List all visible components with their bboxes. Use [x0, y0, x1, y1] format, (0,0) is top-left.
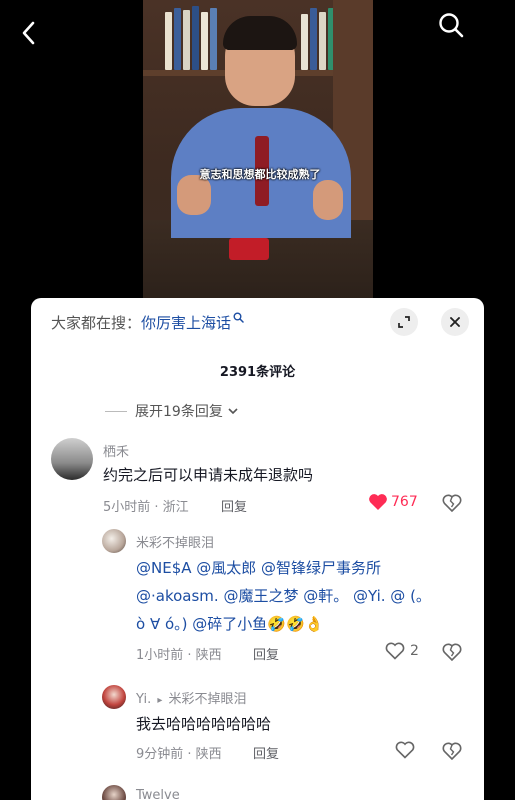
avatar[interactable]: [102, 685, 126, 709]
scrolled-content-edge: [181, 382, 471, 385]
search-icon: [233, 312, 244, 323]
reply-button[interactable]: 回复: [221, 496, 247, 515]
reply-text: 我去哈哈哈哈哈哈哈: [136, 715, 272, 733]
suggestion-prefix: 大家都在搜：: [51, 314, 142, 332]
emoji-group: 🤣🤣👌: [267, 615, 324, 633]
reply-text-line-3: ò ∀ ó。) @碎了小鱼🤣🤣👌: [136, 610, 323, 638]
reply-meta: 1小时前 · 陕西: [136, 648, 222, 663]
reply-meta: 9分钟前 · 陕西: [136, 747, 222, 762]
fullscreen-button[interactable]: [390, 308, 418, 336]
dislike-button[interactable]: [441, 740, 463, 762]
close-button[interactable]: [441, 308, 469, 336]
search-suggestion[interactable]: 大家都在搜：你厉害上海话: [51, 312, 244, 333]
like-button[interactable]: [395, 741, 415, 759]
heart-outline-icon: [385, 642, 405, 660]
dislike-button[interactable]: [441, 492, 463, 514]
broken-heart-icon: [442, 643, 462, 662]
video-frame: [143, 0, 373, 300]
expand-replies-label: 展开19条回复: [135, 404, 223, 420]
comments-panel: 大家都在搜：你厉害上海话 2391条评论 展开19条回复 栖禾 约完之后可以申请…: [31, 298, 484, 800]
comment-meta: 5小时前 · 浙江: [103, 500, 189, 515]
phone-on-desk: [229, 238, 269, 260]
broken-heart-icon: [442, 494, 462, 513]
like-count: 2: [410, 643, 419, 659]
reply-header: Yi. ▸ 米彩不掉眼泪: [136, 688, 247, 707]
dislike-button[interactable]: [441, 641, 463, 663]
expand-replies-button[interactable]: 展开19条回复: [105, 401, 240, 421]
person-hair: [223, 16, 297, 50]
reply-username[interactable]: Twelve: [136, 788, 180, 800]
avatar[interactable]: [102, 529, 126, 553]
reply-button[interactable]: 回复: [253, 644, 279, 663]
avatar[interactable]: [102, 785, 126, 800]
heart-outline-icon: [395, 741, 415, 759]
chevron-left-icon: [22, 21, 35, 45]
reply-text-line-2[interactable]: @·akoasm. @魔王之梦 @軒。 @Yi. @ (。: [136, 582, 431, 610]
suggestion-keyword[interactable]: 你厉害上海话: [141, 314, 231, 332]
hand-right: [313, 180, 343, 220]
search-icon: [439, 13, 464, 38]
like-button[interactable]: 2: [385, 642, 419, 660]
reply-text-line-1[interactable]: @NE$A @風太郎 @智锋绿尸事务所: [136, 554, 381, 582]
close-icon: [450, 317, 460, 327]
heart-filled-icon: [369, 494, 387, 510]
reply-arrow-icon: ▸: [157, 695, 163, 706]
chevron-down-icon: [228, 408, 238, 415]
comment-count: 2391条评论: [219, 365, 296, 380]
reply-to-username[interactable]: 米彩不掉眼泪: [169, 692, 247, 707]
divider: [105, 410, 127, 412]
broken-heart-icon: [442, 742, 462, 761]
avatar[interactable]: [51, 438, 93, 480]
video-player[interactable]: 意志和思想都比较成熟了: [0, 0, 515, 300]
mentions[interactable]: ò ∀ ó。) @碎了小鱼: [136, 615, 267, 633]
back-button[interactable]: [14, 18, 44, 48]
reply-username[interactable]: Yi.: [136, 692, 151, 707]
expand-icon: [398, 316, 410, 328]
reply-username[interactable]: 米彩不掉眼泪: [136, 532, 214, 551]
reply-button[interactable]: 回复: [253, 743, 279, 762]
video-subtitle: 意志和思想都比较成熟了: [199, 168, 321, 181]
like-count: 767: [391, 494, 418, 510]
search-button[interactable]: [436, 10, 466, 40]
like-button[interactable]: 767: [368, 493, 418, 511]
comment-text: 约完之后可以申请未成年退款吗: [103, 466, 314, 484]
comment-username[interactable]: 栖禾: [103, 441, 129, 460]
